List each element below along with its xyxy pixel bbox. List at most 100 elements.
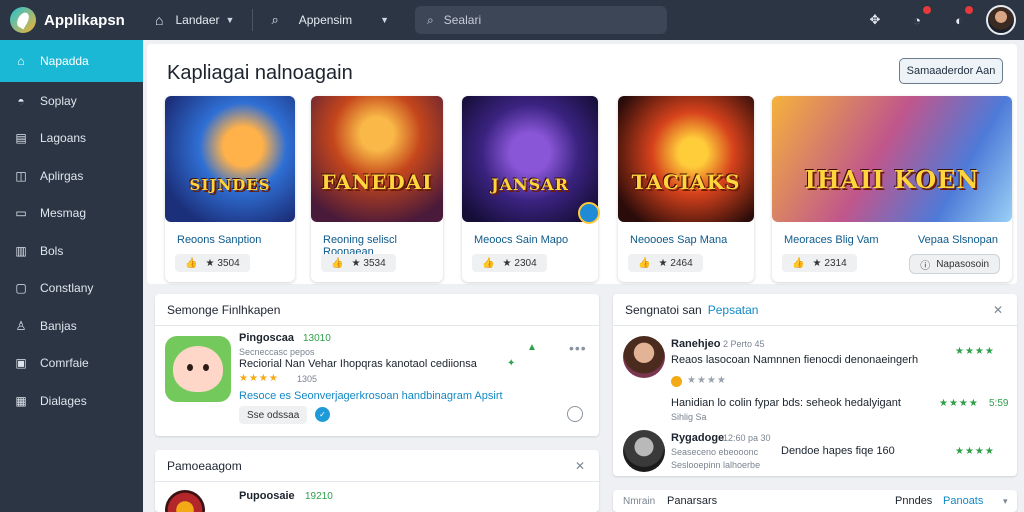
- stat-chip: 👍 ★ 3504: [175, 254, 250, 272]
- reviewer-name[interactable]: Ranehjeo: [671, 338, 721, 350]
- review-text: Reaos lasocoan Namnnen fienocdi denonaei…: [671, 354, 919, 366]
- app-selector[interactable]: ⌕ Appensim ▼: [271, 12, 389, 28]
- card-title[interactable]: Neoooes Sap Mana: [630, 234, 727, 246]
- game-card[interactable]: TACIAKS Neoooes Sap Mana 👍 ★ 2464: [618, 96, 754, 282]
- sidebar-item-label: Banjas: [40, 318, 77, 333]
- game-card[interactable]: FANEDAI Reoning seliscl Roonaean 👍 ★ 3534: [311, 96, 443, 282]
- stat-value: 2314: [824, 257, 847, 269]
- share-icon[interactable]: ✓: [315, 407, 330, 422]
- chart-icon: ▥: [15, 243, 27, 258]
- star-icon: ★: [812, 257, 822, 269]
- more-options-icon[interactable]: •••: [569, 340, 587, 356]
- reviewer-avatar[interactable]: [623, 430, 665, 472]
- stat-chip: 👍 ★ 3534: [321, 254, 396, 272]
- info-chip[interactable]: ⓘ Napasosoin: [909, 254, 1000, 274]
- alerts-icon[interactable]: ◐: [948, 5, 974, 31]
- gamepad-icon[interactable]: ✥: [864, 9, 886, 31]
- star-rating: ★★★★: [955, 346, 995, 357]
- game-card[interactable]: SIJNDES Reoons Sanption 👍 ★ 3504: [165, 96, 295, 282]
- sidebar-item-0[interactable]: ⌂ Napadda: [0, 40, 143, 82]
- stat-chip: 👍 ★ 2464: [628, 254, 703, 272]
- sidebar-item-3[interactable]: ◫ Aplirgas: [0, 157, 143, 195]
- book-icon: ▤: [15, 131, 27, 146]
- stat-value: 2464: [670, 257, 693, 269]
- app-thumb[interactable]: [165, 490, 205, 512]
- sidebar-item-label: Napadda: [40, 54, 89, 68]
- leaf-icon: ✦: [507, 358, 516, 369]
- top-bar: Applikapsn ⌂ Landaer ▼ ⌕ Appensim ▼ ⌕ Se…: [0, 0, 1024, 40]
- brand[interactable]: Applikapsn: [0, 7, 145, 33]
- stat-chip: 👍 ★ 2304: [472, 254, 547, 272]
- review-link[interactable]: Resoce es Seonverjagerkrosoan handbinagr…: [239, 390, 503, 402]
- star-icon: ★: [658, 257, 668, 269]
- app-score: 19210: [305, 491, 333, 502]
- review-extra: Hanidian lo colin fypar bds: seheok heda…: [671, 397, 901, 409]
- game-card[interactable]: JANSAR Meoocs Sain Mapo 👍 ★ 2304: [462, 96, 600, 282]
- home-icon: ⌂: [155, 12, 164, 28]
- tag-chip[interactable]: Sse odssaa: [239, 406, 308, 424]
- sidebar-item-9[interactable]: ▦ Dialages: [0, 382, 143, 420]
- thumbs-up-icon: 👍: [638, 257, 651, 269]
- search-placeholder: Sealari: [443, 13, 482, 27]
- sidebar-item-4[interactable]: ▭ Mesmag: [0, 195, 143, 233]
- card-subtitle[interactable]: Vepaa Slsnopan: [918, 234, 998, 246]
- chevron-down-icon[interactable]: ▾: [1003, 496, 1008, 507]
- card-title[interactable]: Meoocs Sain Mapo: [474, 234, 568, 246]
- star-icon: ★: [502, 257, 512, 269]
- action-button[interactable]: Samaaderdor Aan: [899, 58, 1003, 84]
- bottom-right-panel: Nmrain Panarsars Pnndes Panoats ▾: [613, 490, 1017, 512]
- thumbs-up-icon: 👍: [185, 257, 198, 269]
- card-title[interactable]: Reoons Sanption: [177, 234, 261, 246]
- caret-down-icon: ▼: [225, 15, 235, 25]
- game-art-title: FANEDAI: [321, 170, 433, 194]
- sidebar-item-label: Comrfaie: [40, 356, 89, 371]
- sidebar: ⌂ Napadda ◓ Soplay ▤ Lagoans ◫ Aplirgas ▭ Mes…: [0, 40, 143, 512]
- review-text: Reciorial Nan Vehar Ihopqras kanotaol ce…: [239, 358, 477, 370]
- sidebar-item-7[interactable]: ♙ Banjas: [0, 307, 143, 345]
- close-icon[interactable]: ✕: [993, 303, 1003, 317]
- star-icon: ★: [351, 257, 361, 269]
- card-title[interactable]: Meoraces Blig Vam: [784, 234, 879, 246]
- sidebar-item-label: Constlany: [40, 281, 94, 296]
- game-art: SIJNDES: [165, 96, 295, 222]
- chat-icon: ▢: [15, 281, 27, 296]
- info-icon: ⓘ: [920, 260, 931, 272]
- panel-title-accent[interactable]: Pepsatan: [708, 303, 759, 317]
- reviewer-avatar[interactable]: [623, 336, 665, 378]
- game-art-title: JANSAR: [491, 175, 569, 194]
- strip-left-label: Nmrain: [623, 496, 656, 507]
- star-rating: ★★★★: [239, 373, 279, 384]
- alert-badge: [964, 5, 974, 15]
- verified-badge-icon: [578, 202, 600, 224]
- app-name: Applikapsn: [44, 11, 125, 29]
- stat-value: 2304: [514, 257, 537, 269]
- app-name[interactable]: Pingoscaa: [239, 332, 294, 344]
- strip-right-link[interactable]: Panoats: [943, 495, 983, 507]
- user-avatar[interactable]: [986, 5, 1016, 35]
- panel-title: Semonge Finlhkapen: [167, 302, 281, 317]
- sidebar-item-6[interactable]: ▢ Constlany: [0, 270, 143, 308]
- rating-count: 1305: [297, 374, 318, 384]
- home-nav-button[interactable]: ⌂ Landaer ▼: [155, 12, 234, 28]
- app-icon[interactable]: [165, 336, 231, 402]
- upvote-icon: ▲: [527, 342, 537, 353]
- app-selector-label: Appensim: [298, 13, 353, 27]
- sidebar-item-label: Mesmag: [40, 206, 87, 221]
- reviewer-name[interactable]: Rygadoge: [671, 432, 724, 444]
- panel-title: Pamoeaagom: [167, 458, 242, 473]
- game-art-title: TACIAKS: [631, 170, 741, 194]
- search-input[interactable]: ⌕ Sealari: [415, 6, 668, 34]
- mail-icon: ▭: [15, 206, 27, 221]
- sidebar-item-2[interactable]: ▤ Lagoans: [0, 120, 143, 158]
- star-rating: ★★★★: [687, 375, 727, 386]
- game-card[interactable]: IHAII KOEN Meoraces Blig Vam Vepaa Slsno…: [772, 96, 1012, 282]
- sidebar-item-8[interactable]: ▣ Comrfaie: [0, 345, 143, 383]
- game-art: TACIAKS: [618, 96, 754, 222]
- notifications-icon[interactable]: ◔: [906, 5, 932, 31]
- clock-icon[interactable]: [567, 406, 583, 422]
- featured-panel: Kapliagai nalnoagain Samaaderdor Aan SIJ…: [147, 44, 1017, 284]
- app-name[interactable]: Pupoosaie: [239, 490, 295, 502]
- close-icon[interactable]: ✕: [575, 459, 585, 473]
- sidebar-item-1[interactable]: ◓ Soplay: [0, 82, 143, 120]
- sidebar-item-5[interactable]: ▥ Bols: [0, 232, 143, 270]
